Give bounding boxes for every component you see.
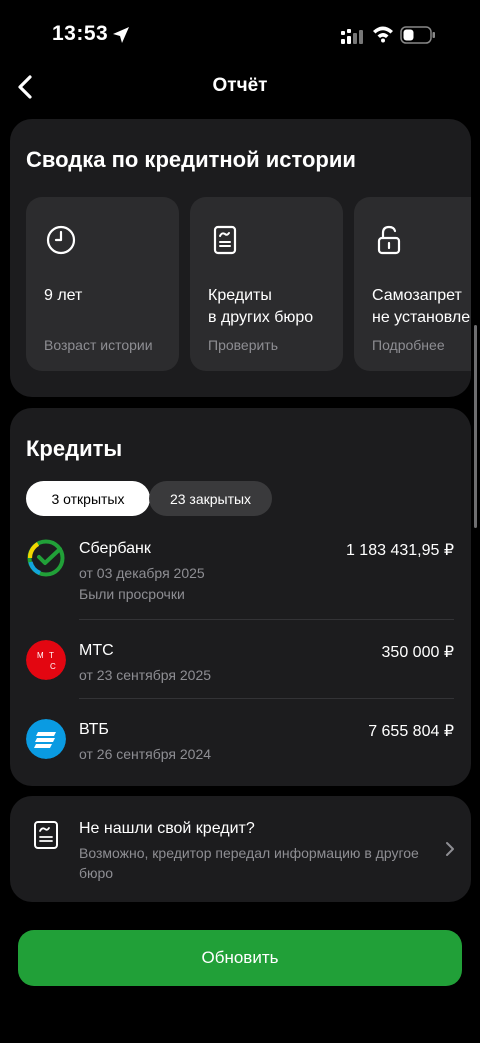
not-found-description: Возможно, кредитор передал информацию в … — [79, 845, 419, 881]
sber-logo-icon — [27, 539, 65, 577]
divider — [79, 698, 454, 699]
tile-title: 9 лет — [44, 287, 83, 304]
tile-self-ban[interactable]: Самозапрет не установлен Подробнее — [354, 197, 471, 371]
chevron-right-icon — [446, 842, 454, 856]
battery-icon — [400, 26, 435, 44]
location-arrow-icon — [113, 27, 129, 43]
scrollbar[interactable] — [474, 325, 477, 528]
loan-date: от 23 сентября 2025 — [79, 667, 212, 683]
mts-logo-icon: М Т С — [26, 640, 66, 680]
credit-history-summary-card: Сводка по кредитной истории 9 лет Возрас… — [10, 119, 471, 397]
refresh-button[interactable]: Обновить — [18, 930, 462, 986]
tile-subtitle: Возраст истории — [44, 337, 153, 353]
loan-amount: 350 000 ₽ — [381, 644, 454, 661]
divider — [79, 619, 454, 620]
summary-title: Сводка по кредитной истории — [26, 147, 356, 172]
loan-date: от 03 декабря 2025 — [79, 565, 205, 581]
document-icon — [34, 821, 58, 849]
summary-tiles-carousel[interactable]: 9 лет Возраст истории Кредиты в других б… — [26, 197, 471, 371]
status-bar: 13:53 — [0, 0, 480, 70]
loan-bank-name: МТС — [79, 642, 114, 659]
lock-open-icon — [377, 225, 401, 255]
loan-bank-name: Сбербанк — [79, 540, 151, 557]
signal-icon — [341, 29, 363, 44]
loan-row[interactable]: ВТБ 7 655 804 ₽ от 26 сентября 2024 — [10, 717, 471, 777]
svg-text:М: М — [37, 651, 44, 660]
clock-icon — [46, 225, 76, 255]
loan-row[interactable]: Сбербанк 1 183 431,95 ₽ от 03 декабря 20… — [10, 536, 471, 618]
loan-note: Были просрочки — [79, 586, 185, 602]
tile-title: Самозапрет не установлен — [372, 287, 471, 326]
not-found-title: Не нашли свой кредит? — [79, 820, 255, 837]
tile-other-bureaus[interactable]: Кредиты в других бюро Проверить — [190, 197, 343, 371]
loan-amount: 7 655 804 ₽ — [368, 723, 454, 740]
credit-not-found-card[interactable]: Не нашли свой кредит? Возможно, кредитор… — [10, 796, 471, 902]
vtb-logo-icon — [26, 719, 66, 759]
loan-row[interactable]: М Т С МТС 350 000 ₽ от 23 сентября 2025 — [10, 638, 471, 698]
tab-open-credits[interactable]: 3 открытых — [26, 481, 150, 516]
tab-closed-credits[interactable]: 23 закрытых — [149, 481, 272, 516]
wifi-icon — [373, 26, 393, 43]
status-time: 13:53 — [52, 22, 109, 45]
credits-title: Кредиты — [26, 436, 123, 461]
document-icon — [213, 225, 237, 255]
tile-history-age[interactable]: 9 лет Возраст истории — [26, 197, 179, 371]
svg-text:Т: Т — [49, 651, 54, 660]
loan-date: от 26 сентября 2024 — [79, 746, 212, 762]
tile-subtitle: Подробнее — [372, 337, 445, 353]
tile-title: Кредиты в других бюро — [208, 287, 314, 326]
loan-bank-name: ВТБ — [79, 721, 109, 738]
credits-card: Кредиты 3 открытых 23 закрытых Сбербанк … — [10, 408, 471, 786]
tile-subtitle: Проверить — [208, 337, 279, 353]
loan-amount: 1 183 431,95 ₽ — [345, 542, 454, 559]
svg-text:С: С — [50, 662, 56, 671]
page-title: Отчёт — [212, 75, 268, 96]
nav-bar: Отчёт — [0, 62, 480, 110]
